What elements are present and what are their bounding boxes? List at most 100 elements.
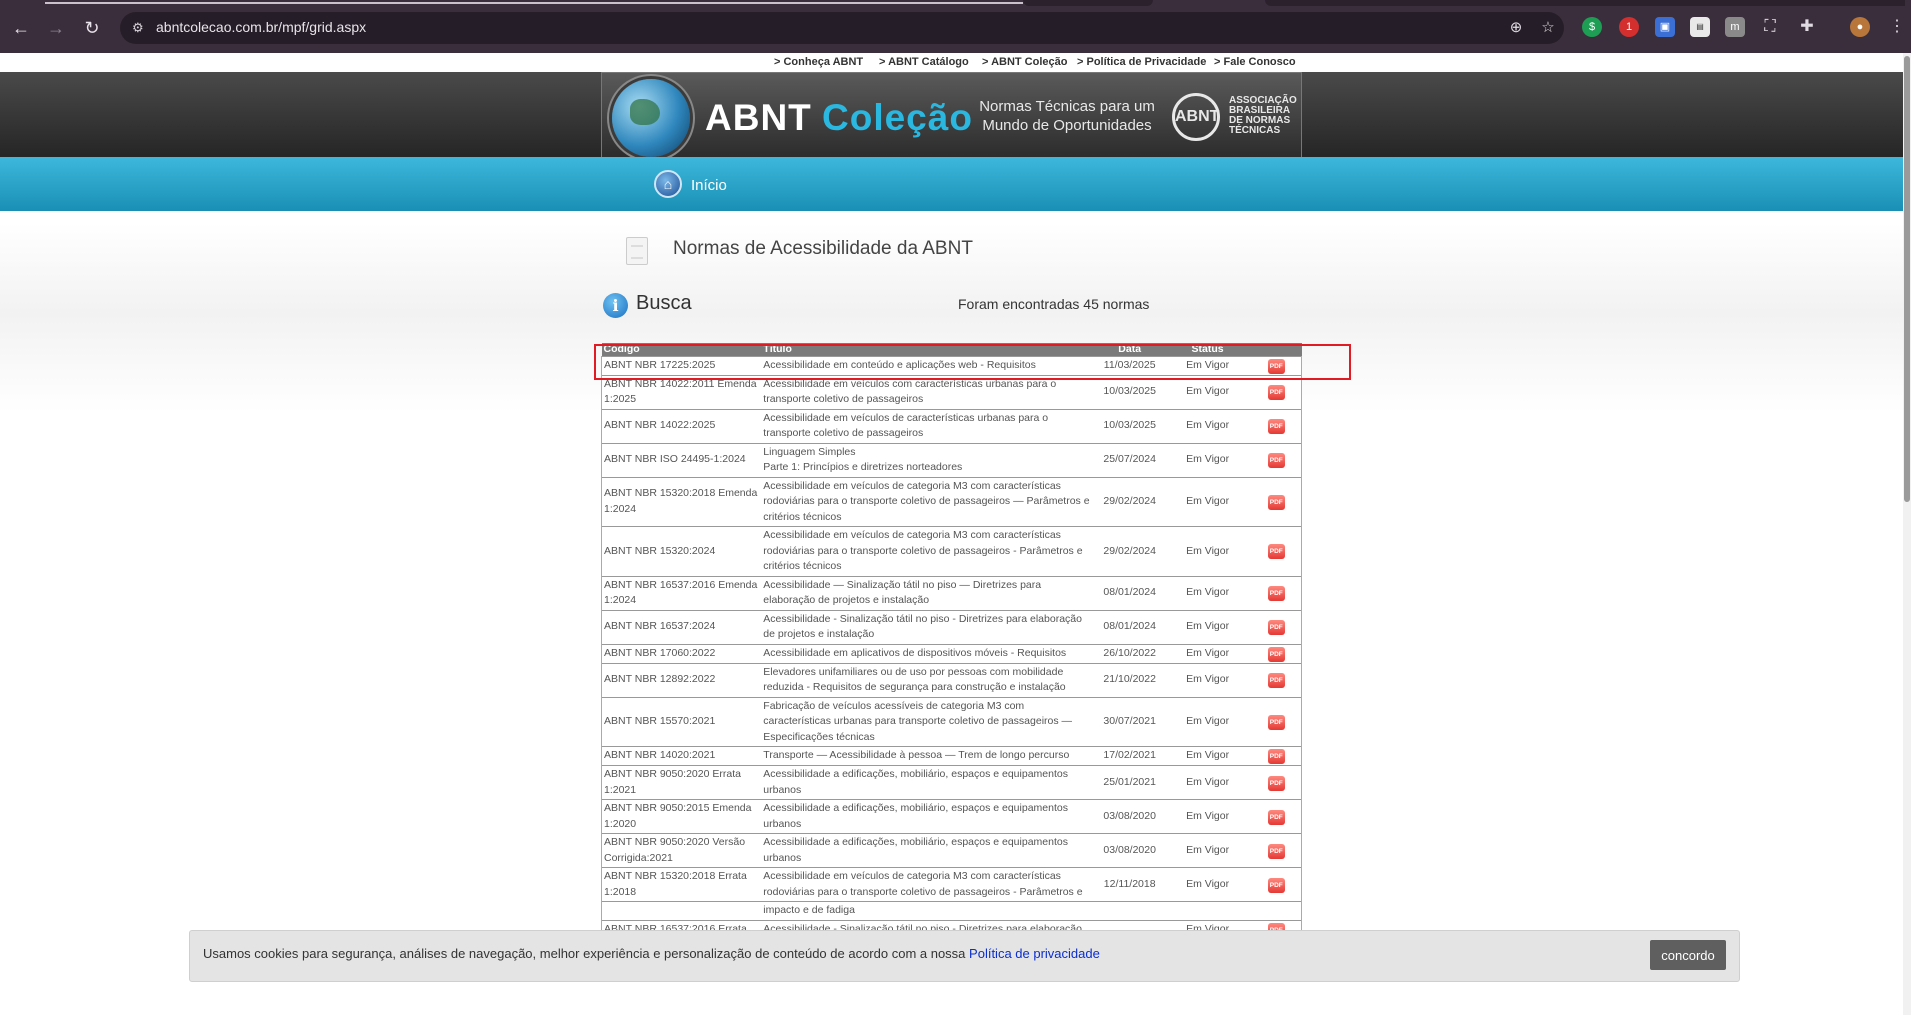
cell-titulo: Acessibilidade em veículos de categoria …: [761, 476, 1096, 527]
table-row: ABNT NBR 14022:2011 Emenda 1:2025 Acessib…: [601, 374, 1302, 409]
back-icon[interactable]: ←: [9, 16, 33, 40]
pdf-icon[interactable]: PDF: [1267, 385, 1285, 400]
browser-menu-icon[interactable]: ⋮: [1887, 17, 1907, 37]
cell-pdf: PDF: [1251, 867, 1302, 902]
cell-codigo: ABNT NBR 14022:2025: [601, 408, 762, 443]
bookmark-star-icon[interactable]: ☆: [1538, 18, 1558, 38]
cell-titulo: Linguagem Simples Parte 1: Princípios e …: [761, 442, 1096, 477]
cell-pdf: PDF: [1251, 833, 1302, 868]
pdf-icon[interactable]: PDF: [1267, 494, 1285, 510]
col-header-codigo[interactable]: Código: [601, 343, 762, 356]
pdf-icon[interactable]: PDF: [1267, 775, 1285, 791]
cell-codigo: ABNT NBR 9050:2020 Errata 1:2021: [601, 765, 762, 800]
cell-data: 08/01/2024: [1095, 575, 1164, 610]
cell-data: 11/03/2025: [1095, 355, 1164, 375]
norms-table: Código Título Data Status ABNT NBR 17225…: [601, 343, 1302, 939]
cell-titulo: Acessibilidade a edificações, mobiliário…: [761, 765, 1096, 800]
logo-colecao-text: Coleção: [822, 97, 973, 138]
tagline-line-1: Normas Técnicas para um: [979, 98, 1155, 115]
cell-codigo: ABNT NBR 14022:2011 Emenda 1:2025: [601, 374, 762, 409]
tab-strip-edge: [1265, 0, 1905, 6]
cell-data: 10/03/2025: [1095, 374, 1164, 409]
profile-avatar[interactable]: ●: [1850, 17, 1870, 37]
privacy-policy-link[interactable]: Política de privacidade: [969, 946, 1100, 961]
pdf-icon[interactable]: PDF: [1267, 586, 1285, 601]
table-row: ABNT NBR 15320:2018 Emenda 1:2024 Acessib…: [601, 476, 1302, 527]
site-settings-icon[interactable]: ⚙: [132, 20, 148, 36]
link-abnt-catalogo[interactable]: > ABNT Catálogo: [879, 56, 969, 68]
cell-status: Em Vigor: [1163, 408, 1252, 443]
pdf-icon[interactable]: PDF: [1267, 714, 1285, 730]
extension-doc-icon[interactable]: ▤: [1690, 17, 1710, 37]
cell-titulo: Acessibilidade em veículos de caracterís…: [761, 408, 1096, 443]
cell-titulo: Acessibilidade em veículos com caracterí…: [761, 374, 1096, 409]
reload-icon[interactable]: ↻: [80, 16, 104, 40]
col-header-status[interactable]: Status: [1163, 343, 1252, 356]
scrollbar-thumb[interactable]: [1904, 56, 1910, 502]
table-row: ABNT NBR 17060:2022 Acessibilidade em apl…: [601, 643, 1302, 663]
link-politica-privacidade[interactable]: > Política de Privacidade: [1077, 56, 1206, 68]
pdf-icon[interactable]: PDF: [1267, 749, 1285, 764]
address-url[interactable]: abntcolecao.com.br/mpf/grid.aspx: [156, 19, 366, 35]
cell-titulo: Acessibilidade em veículos de categoria …: [761, 867, 1096, 902]
pdf-icon[interactable]: PDF: [1267, 620, 1285, 635]
col-header-data[interactable]: Data: [1095, 343, 1164, 356]
link-abnt-colecao[interactable]: > ABNT Coleção: [982, 56, 1067, 68]
address-bar[interactable]: ⚙ abntcolecao.com.br/mpf/grid.aspx ⊕ ☆: [120, 12, 1564, 44]
pdf-icon[interactable]: PDF: [1267, 877, 1285, 893]
cell-titulo: Acessibilidade — Sinalização tátil no pi…: [761, 575, 1096, 610]
browser-toolbar: ← → ↻ ⚙ abntcolecao.com.br/mpf/grid.aspx…: [0, 0, 1911, 53]
main-menu-band: [0, 157, 1903, 211]
pdf-icon[interactable]: PDF: [1267, 673, 1285, 688]
cell-titulo: Acessibilidade em veículos de categoria …: [761, 526, 1096, 576]
accept-cookies-button[interactable]: concordo: [1650, 940, 1726, 970]
pdf-icon[interactable]: PDF: [1267, 843, 1285, 859]
link-fale-conosco[interactable]: > Fale Conosco: [1214, 56, 1296, 68]
cell-titulo: Acessibilidade a edificações, mobiliário…: [761, 833, 1096, 868]
extensions-puzzle-icon[interactable]: ✚: [1797, 17, 1817, 37]
cell-data: 25/07/2024: [1095, 442, 1164, 477]
abnt-seal-icon: ABNT: [1172, 93, 1220, 141]
forward-icon[interactable]: →: [44, 16, 68, 40]
col-header-pdf: [1251, 343, 1302, 356]
cell-codigo: ABNT NBR 15320:2018 Emenda 1:2024: [601, 476, 762, 527]
zoom-icon[interactable]: ⊕: [1506, 18, 1526, 38]
table-row: ABNT NBR 15320:2018 Errata 1:2018 Acessib…: [601, 867, 1302, 902]
cell-status: Em Vigor: [1163, 662, 1252, 697]
pdf-icon[interactable]: PDF: [1267, 453, 1285, 468]
home-icon[interactable]: ⌂: [654, 170, 682, 198]
pdf-icon[interactable]: PDF: [1267, 358, 1285, 374]
cell-status: Em Vigor: [1163, 643, 1252, 663]
extension-tab-icon[interactable]: ▣: [1655, 17, 1675, 37]
page-scrollbar[interactable]: [1903, 53, 1911, 1015]
association-name: ASSOCIAÇÃO BRASILEIRA DE NORMAS TÉCNICAS: [1229, 96, 1297, 136]
cell-data: 29/02/2024: [1095, 526, 1164, 576]
nav-inicio[interactable]: Início: [691, 177, 727, 194]
pdf-icon[interactable]: PDF: [1267, 809, 1285, 825]
cookie-message: Usamos cookies para segurança, análises …: [203, 946, 1100, 961]
extension-m-icon[interactable]: m: [1725, 17, 1745, 37]
cell-codigo: ABNT NBR 12892:2022: [601, 662, 762, 697]
pdf-icon[interactable]: PDF: [1267, 646, 1285, 662]
cell-codigo: ABNT NBR 9050:2020 Versão Corrigida:2021: [601, 833, 762, 868]
pdf-icon[interactable]: PDF: [1267, 419, 1285, 434]
cell-titulo: Fabricação de veículos acessíveis de cat…: [761, 696, 1096, 747]
info-icon: i: [603, 293, 628, 318]
cell-status: Em Vigor: [1163, 355, 1252, 375]
cell-pdf: PDF: [1251, 476, 1302, 527]
table-row: ABNT NBR ISO 24495-1:2024 Linguagem Simpl…: [601, 442, 1302, 477]
tagline: Normas Técnicas para um Mundo de Oportun…: [972, 97, 1162, 135]
cell-data: 30/07/2021: [1095, 696, 1164, 747]
pdf-icon[interactable]: PDF: [1267, 544, 1285, 560]
cell-codigo: ABNT NBR 16537:2016 Emenda 1:2024: [601, 575, 762, 610]
cell-status: Em Vigor: [1163, 867, 1252, 902]
col-header-titulo[interactable]: Título: [761, 343, 1096, 356]
cell-titulo: Transporte — Acessibilidade à pessoa — T…: [761, 746, 1096, 766]
cell-status: Em Vigor: [1163, 374, 1252, 409]
cell-titulo: Elevadores unifamiliares ou de uso por p…: [761, 662, 1096, 697]
page-title: Normas de Acessibilidade da ABNT: [673, 238, 973, 259]
extension-dollar-icon[interactable]: $: [1582, 17, 1602, 37]
extension-notification-icon[interactable]: 1: [1619, 17, 1639, 37]
link-conheca-abnt[interactable]: > Conheça ABNT: [774, 56, 863, 68]
screenshot-icon[interactable]: ⛶: [1760, 17, 1780, 37]
